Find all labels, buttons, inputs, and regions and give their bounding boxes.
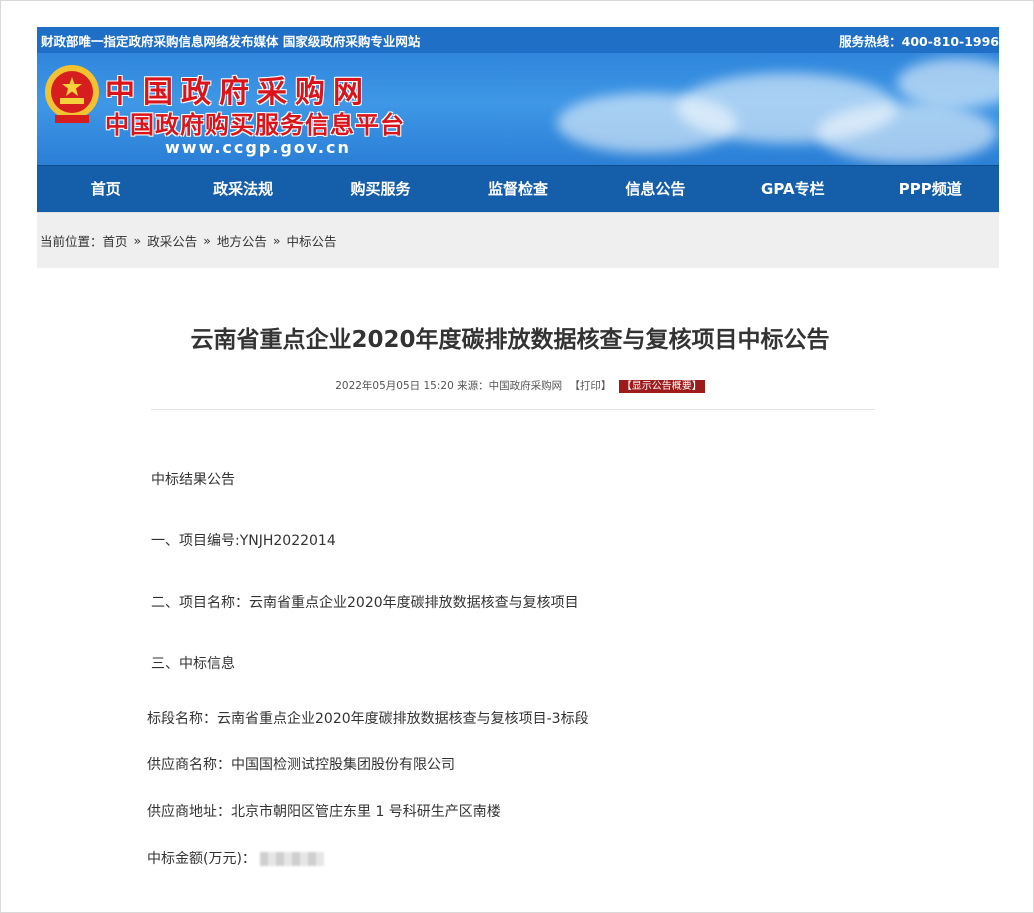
nav-gpa[interactable]: GPA专栏 bbox=[724, 166, 861, 212]
site-header: 财政部唯一指定政府采购信息网络发布媒体 国家级政府采购专业网站 服务热线：400… bbox=[37, 27, 999, 268]
article-title: 云南省重点企业2020年度碳排放数据核查与复核项目中标公告 bbox=[190, 327, 830, 353]
breadcrumb-procurement-notices[interactable]: 政采公告 bbox=[147, 231, 197, 250]
lot-name: 标段名称：云南省重点企业2020年度碳排放数据核查与复核项目-3标段 bbox=[147, 711, 589, 727]
show-summary-button[interactable]: 【显示公告概要】 bbox=[618, 380, 705, 393]
nav-regulations[interactable]: 政采法规 bbox=[174, 166, 311, 212]
breadcrumb-local-notices[interactable]: 地方公告 bbox=[217, 231, 267, 250]
award-amount-label: 中标金额(万元)： bbox=[147, 851, 256, 867]
breadcrumb-separator: » bbox=[133, 233, 142, 248]
breadcrumb-home[interactable]: 首页 bbox=[103, 231, 128, 250]
supplier-address: 供应商地址：北京市朝阳区管庄东里 1 号科研生产区南楼 bbox=[147, 804, 501, 820]
print-link[interactable]: 【打印】 bbox=[569, 380, 611, 392]
cloud-decoration bbox=[817, 103, 997, 163]
national-emblem-icon bbox=[45, 65, 99, 123]
result-heading: 中标结果公告 bbox=[151, 472, 235, 488]
top-bar: 财政部唯一指定政府采购信息网络发布媒体 国家级政府采购专业网站 服务热线：400… bbox=[37, 27, 999, 53]
award-amount: 中标金额(万元)： bbox=[147, 848, 325, 868]
breadcrumb-award-notices[interactable]: 中标公告 bbox=[287, 231, 337, 250]
breadcrumb-prefix: 当前位置： bbox=[40, 234, 103, 249]
nav-purchase-services[interactable]: 购买服务 bbox=[312, 166, 449, 212]
nav-ppp[interactable]: PPP频道 bbox=[862, 166, 999, 212]
breadcrumb: 当前位置： 首页 » 政采公告 » 地方公告 » 中标公告 bbox=[37, 212, 999, 268]
site-banner: 中国政府采购网 中国政府购买服务信息平台 www.ccgp.gov.cn bbox=[37, 53, 999, 165]
award-info-heading: 三、中标信息 bbox=[151, 656, 235, 672]
divider bbox=[151, 409, 875, 410]
article-source: 来源：中国政府采购网 bbox=[457, 380, 563, 392]
publish-datetime: 2022年05月05日 15:20 bbox=[335, 380, 454, 392]
nav-announcements[interactable]: 信息公告 bbox=[587, 166, 724, 212]
top-bar-slogan: 财政部唯一指定政府采购信息网络发布媒体 国家级政府采购专业网站 bbox=[41, 33, 421, 49]
supplier-name: 供应商名称：中国国检测试控股集团股份有限公司 bbox=[147, 757, 455, 773]
cloud-decoration bbox=[897, 58, 999, 108]
main-nav: 首页 政采法规 购买服务 监督检查 信息公告 GPA专栏 PPP频道 bbox=[37, 165, 999, 212]
site-url: www.ccgp.gov.cn bbox=[165, 138, 351, 157]
service-hotline: 服务热线：400-810-1996 bbox=[839, 33, 999, 49]
breadcrumb-separator: » bbox=[272, 233, 281, 248]
article-meta: 2022年05月05日 15:20 来源：中国政府采购网 【打印】 【显示公告概… bbox=[0, 377, 1034, 393]
redacted-amount bbox=[260, 852, 325, 866]
breadcrumb-separator: » bbox=[203, 233, 211, 248]
project-number: 一、项目编号:YNJH2022014 bbox=[151, 533, 336, 549]
project-name: 二、项目名称：云南省重点企业2020年度碳排放数据核查与复核项目 bbox=[151, 595, 579, 611]
nav-home[interactable]: 首页 bbox=[37, 166, 174, 212]
nav-supervision[interactable]: 监督检查 bbox=[449, 166, 586, 212]
site-subtitle: 中国政府购买服务信息平台 bbox=[105, 111, 405, 139]
